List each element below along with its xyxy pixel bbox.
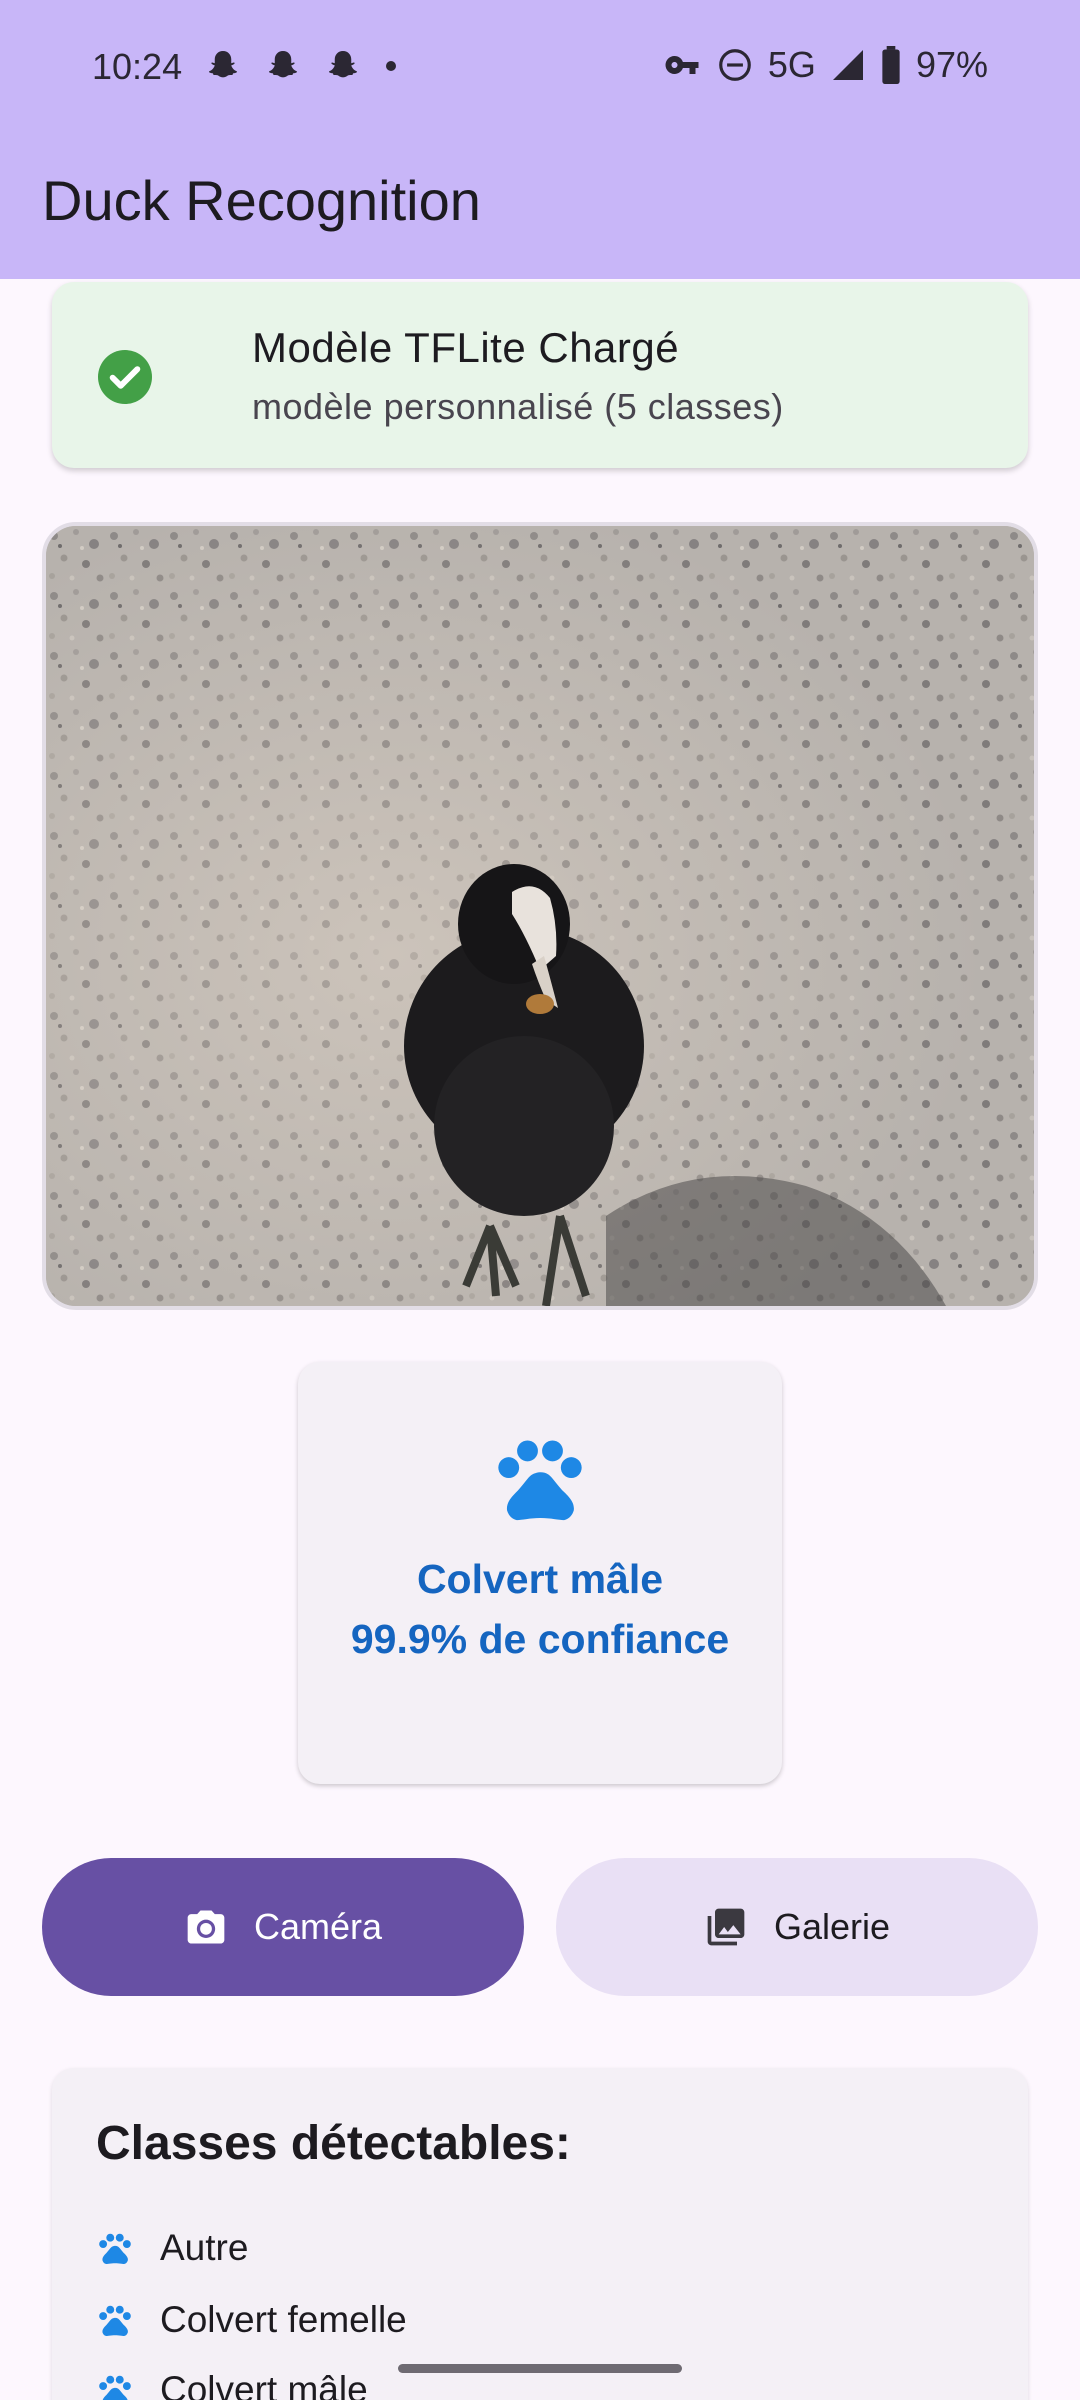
class-item: Colvert femelle <box>96 2290 407 2350</box>
gallery-button-label: Galerie <box>773 1906 891 1947</box>
check-circle-icon <box>98 350 152 404</box>
model-status-card: Modèle TFLite Chargé modèle personnalisé… <box>52 282 1028 468</box>
status-bar: 10:24 5G 97% <box>0 0 1080 130</box>
model-status-subtitle: modèle personnalisé (5 classes) <box>252 386 784 427</box>
dot-icon <box>386 61 396 71</box>
network-type: 5G <box>767 44 816 85</box>
prediction-label: Colvert mâle <box>416 1556 664 1602</box>
prediction-confidence: 99.9% de confiance <box>350 1616 730 1662</box>
app-title: Duck Recognition <box>42 169 481 232</box>
vpn-key-icon <box>665 55 699 74</box>
camera-button-label: Caméra <box>253 1906 383 1947</box>
gallery-icon <box>707 1908 745 1946</box>
prediction-result-card: Colvert mâle 99.9% de confiance <box>298 1362 782 1784</box>
do-not-disturb-icon <box>719 49 751 81</box>
gallery-button[interactable]: Galerie <box>556 1858 1038 1996</box>
paw-icon <box>99 2305 131 2337</box>
screen: 10:24 5G 97% Duck Recognition Modèle TFL <box>0 0 1080 2400</box>
battery-icon <box>882 46 900 84</box>
paw-icon <box>498 1440 582 1521</box>
snapchat-ghost-icon <box>269 51 297 78</box>
class-item-label: Autre <box>160 2227 249 2268</box>
status-time: 10:24 <box>92 46 183 87</box>
detectable-classes-card: Classes détectables: Autre Colvert femel… <box>52 2068 1028 2400</box>
class-item-label: Colvert femelle <box>160 2299 407 2340</box>
class-item: Colvert mâle <box>96 2360 368 2400</box>
camera-icon <box>187 1910 225 1944</box>
status-right: 5G 97% <box>662 44 988 86</box>
top-app-area: 10:24 5G 97% Duck Recognition <box>0 0 1080 279</box>
model-status-title: Modèle TFLite Chargé <box>252 324 680 371</box>
paw-icon <box>99 2375 131 2400</box>
classes-heading: Classes détectables: <box>96 2117 571 2170</box>
bird-photo-image <box>46 526 1034 1306</box>
paw-icon <box>99 2233 131 2265</box>
class-item: Autre <box>96 2218 248 2278</box>
class-item-label: Colvert mâle <box>160 2369 368 2400</box>
battery-percent: 97% <box>915 44 988 85</box>
snapchat-ghost-icon <box>209 51 237 78</box>
snapchat-ghost-icon <box>329 51 357 78</box>
camera-button[interactable]: Caméra <box>42 1858 524 1996</box>
signal-icon <box>832 50 863 80</box>
home-indicator[interactable] <box>398 2364 682 2373</box>
notification-icons <box>205 48 397 84</box>
selected-photo <box>42 522 1038 1310</box>
